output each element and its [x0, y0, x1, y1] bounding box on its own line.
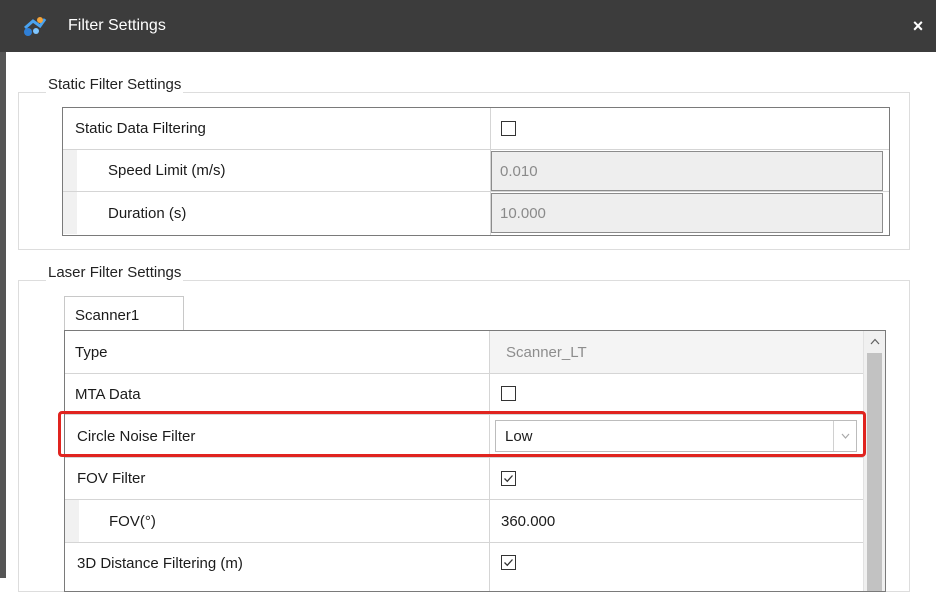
row-fov: FOV(°) 360.000	[65, 500, 863, 543]
row-label: FOV Filter	[77, 470, 146, 487]
title-bar: Filter Settings ×	[0, 0, 936, 52]
row-fov-filter: FOV Filter	[65, 458, 863, 500]
duration-field[interactable]: 10.000	[491, 193, 883, 233]
row-speed-limit: Speed Limit (m/s) 0.010	[63, 150, 889, 192]
row-type: Type Scanner_LT	[65, 331, 863, 374]
row-label: Duration (s)	[108, 204, 187, 222]
row-label: Speed Limit (m/s)	[108, 162, 226, 179]
row-3d-distance-filtering: 3D Distance Filtering (m)	[65, 543, 863, 591]
indent-margin	[63, 150, 77, 191]
mta-data-checkbox[interactable]	[501, 386, 516, 401]
row-label: Type	[75, 343, 108, 361]
type-value: Scanner_LT	[506, 344, 587, 361]
chevron-up-icon[interactable]	[864, 331, 885, 351]
vertical-scrollbar[interactable]	[863, 331, 885, 591]
3d-distance-filtering-checkbox[interactable]	[501, 555, 516, 570]
static-filter-legend: Static Filter Settings	[46, 76, 184, 93]
indent-margin	[65, 500, 79, 542]
tab-label: Scanner1	[75, 307, 140, 324]
row-mta-data: MTA Data	[65, 374, 863, 415]
close-icon[interactable]: ×	[906, 11, 930, 41]
fov-filter-checkbox[interactable]	[501, 471, 516, 486]
indent-margin	[63, 192, 77, 234]
highlight-box	[58, 411, 866, 457]
scrollbar-thumb[interactable]	[867, 353, 882, 591]
row-static-data-filtering: Static Data Filtering	[63, 108, 889, 150]
fov-value[interactable]: 360.000	[501, 513, 555, 530]
row-duration: Duration (s) 10.000	[63, 192, 889, 234]
laser-filter-legend: Laser Filter Settings	[46, 264, 184, 281]
static-filter-grid: Static Data Filtering Speed Limit (m/s) …	[62, 107, 890, 236]
checkmark-icon	[504, 475, 513, 483]
laser-filter-grid: Type Scanner_LT MTA Data Circle Noise Fi…	[64, 330, 886, 592]
window-title: Filter Settings	[68, 17, 166, 34]
row-label: 3D Distance Filtering (m)	[77, 555, 243, 572]
speed-limit-field[interactable]: 0.010	[491, 151, 883, 191]
row-label: FOV(°)	[109, 512, 156, 530]
type-value-cell: Scanner_LT	[490, 331, 863, 373]
app-icon	[24, 17, 47, 36]
tab-scanner1[interactable]: Scanner1	[64, 296, 184, 331]
checkmark-icon	[504, 559, 513, 567]
window-left-edge	[0, 52, 6, 578]
row-label: MTA Data	[75, 385, 141, 403]
row-label: Static Data Filtering	[75, 120, 206, 137]
static-data-filtering-checkbox[interactable]	[501, 121, 516, 136]
